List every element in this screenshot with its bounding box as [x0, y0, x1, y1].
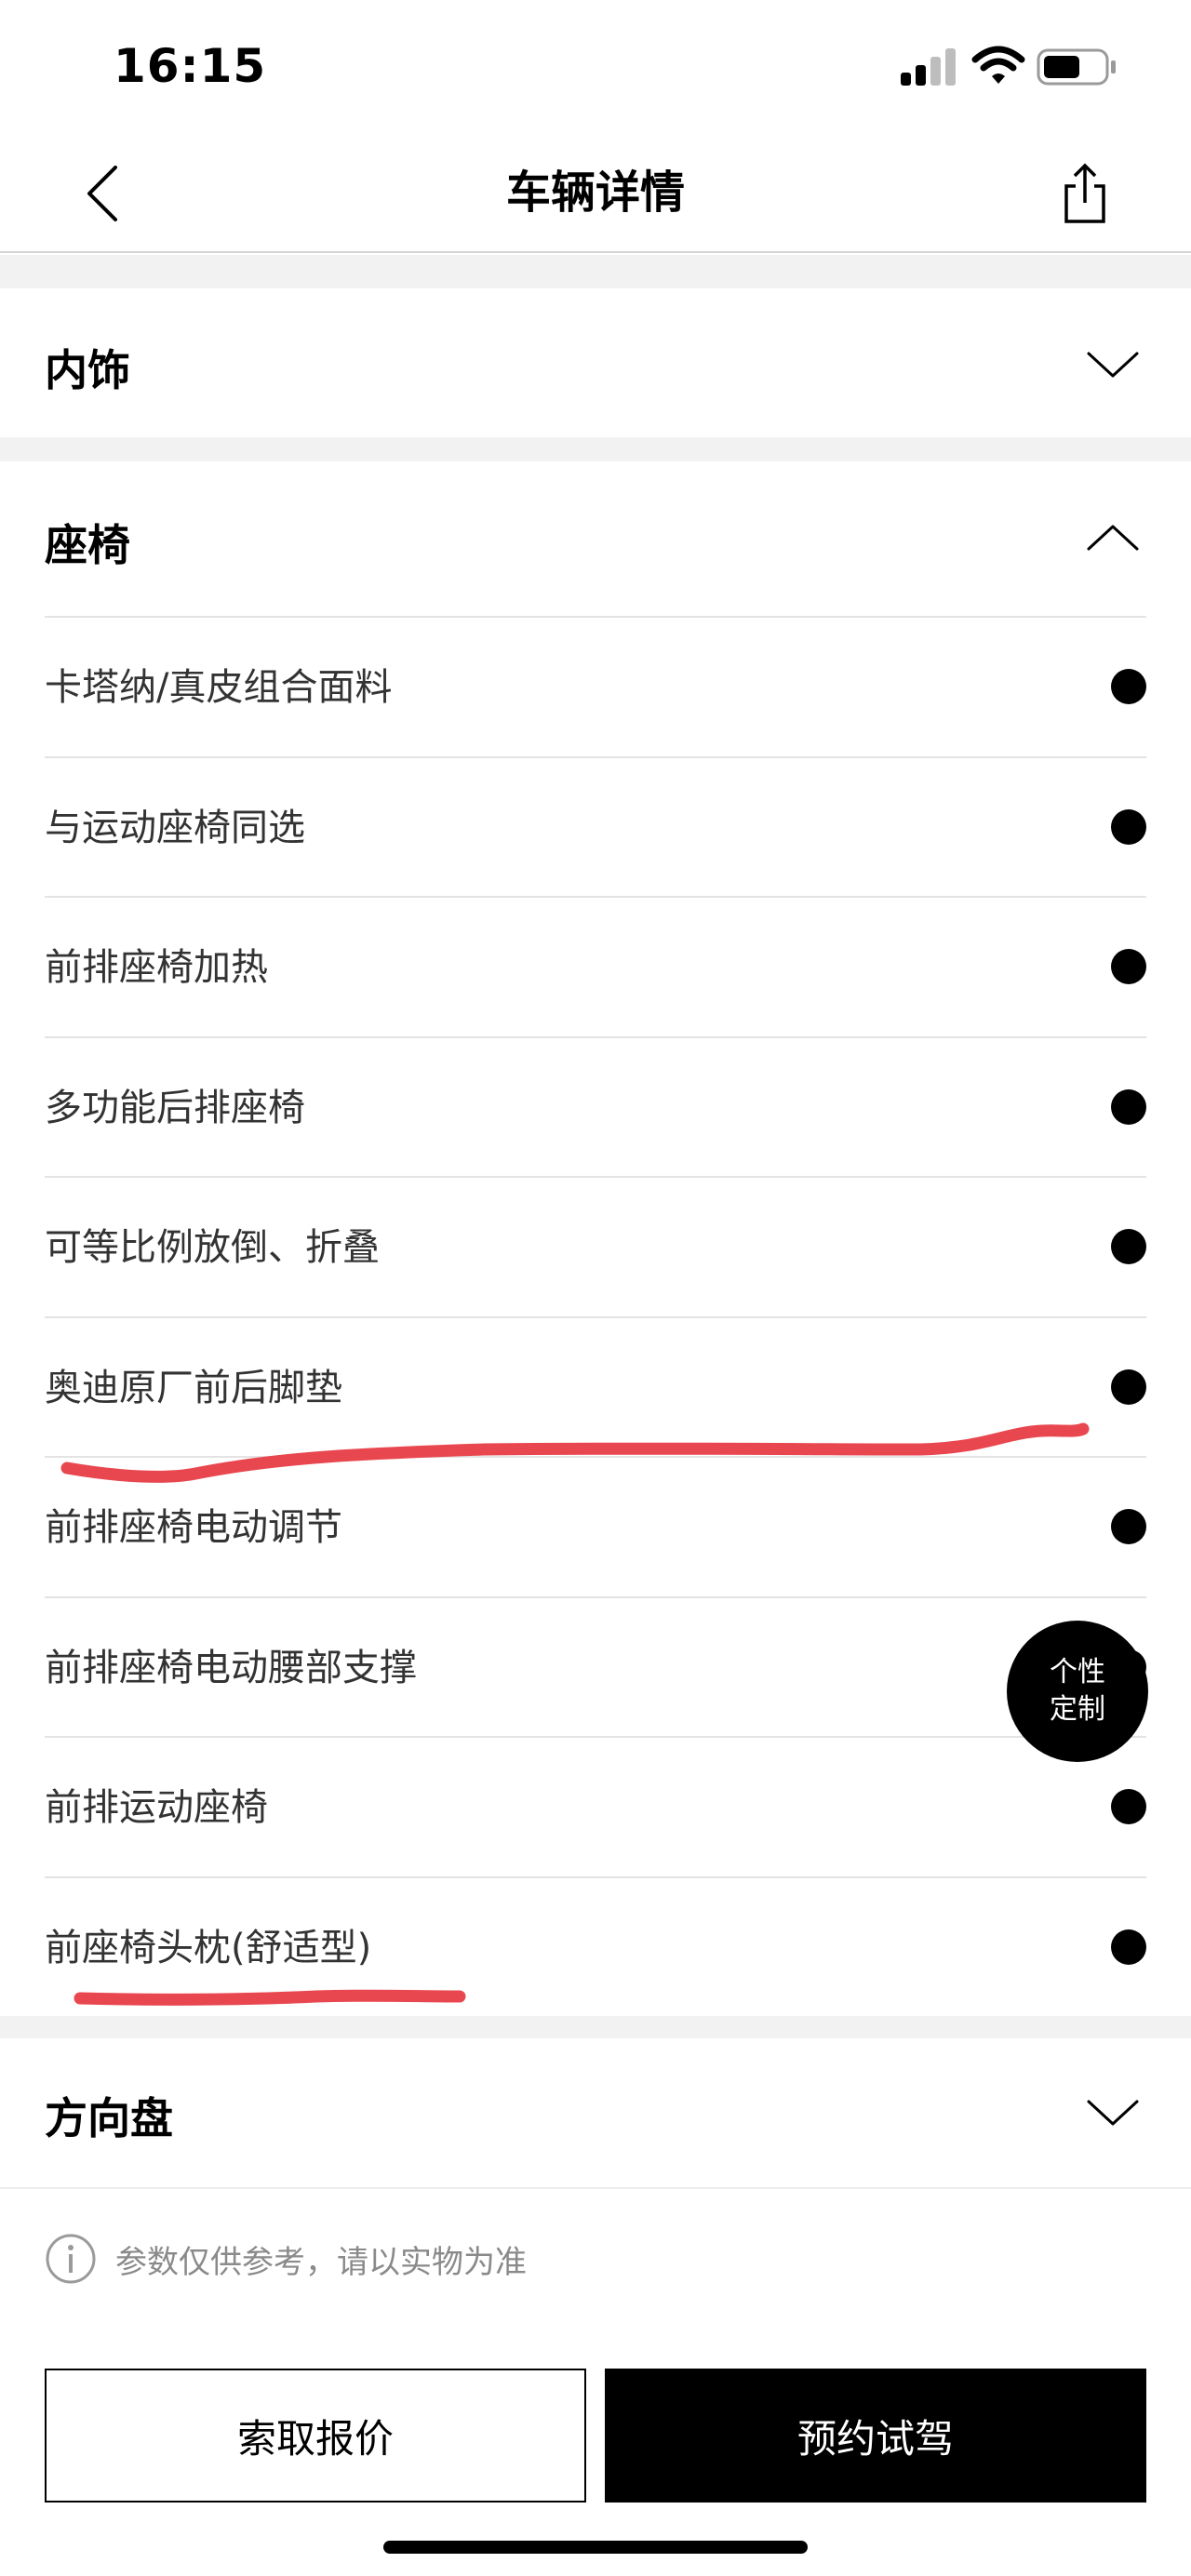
- feature-label: 奥迪原厂前后脚垫: [45, 1366, 342, 1409]
- standard-dot-icon: [1111, 1229, 1146, 1264]
- chevron-down-icon: [1087, 2100, 1139, 2126]
- fab-label-line2: 定制: [1050, 1693, 1105, 1726]
- status-bar: 16:15: [0, 0, 1191, 132]
- section-separator: [0, 437, 1191, 461]
- standard-dot-icon: [1111, 808, 1146, 845]
- disclaimer: 参数仅供参考，请以实物为准: [45, 2231, 527, 2287]
- page-title: 车辆详情: [505, 167, 685, 219]
- list-item: 卡塔纳/真皮组合面料: [45, 616, 1146, 756]
- list-item: 前排座椅电动调节: [45, 1456, 1146, 1596]
- info-icon: [46, 2234, 96, 2284]
- section-title: 方向盘: [45, 2093, 173, 2143]
- standard-dot-icon: [1111, 1509, 1146, 1544]
- fab-label-line1: 个性: [1050, 1656, 1105, 1688]
- section-separator: [0, 255, 1191, 288]
- list-item: 奥迪原厂前后脚垫: [45, 1315, 1146, 1457]
- battery-icon: [1037, 48, 1116, 86]
- home-indicator: [383, 2541, 808, 2554]
- feature-label: 前排运动座椅: [45, 1786, 268, 1829]
- standard-dot-icon: [1111, 1088, 1146, 1125]
- section-steering-header[interactable]: 方向盘: [0, 2038, 1191, 2189]
- custom-configure-button[interactable]: 个性 定制: [1007, 1621, 1148, 1762]
- nav-bar: 车辆详情: [0, 132, 1191, 253]
- status-time: 16:15: [114, 39, 267, 93]
- back-arrow-icon[interactable]: [74, 160, 130, 227]
- standard-dot-icon: [1111, 949, 1146, 984]
- standard-dot-icon: [1111, 1368, 1146, 1405]
- feature-label: 前排座椅电动调节: [45, 1506, 342, 1549]
- feature-label: 前排座椅加热: [45, 946, 268, 989]
- section-seats-header[interactable]: 座椅: [0, 461, 1191, 616]
- list-item: 前排座椅加热: [45, 896, 1146, 1036]
- feature-label: 前排座椅电动腰部支撑: [45, 1646, 417, 1689]
- standard-dot-icon: [1111, 669, 1146, 704]
- list-item: 前排运动座椅: [45, 1736, 1146, 1876]
- feature-label: 可等比例放倒、折叠: [45, 1226, 380, 1269]
- list-item: 多功能后排座椅: [45, 1035, 1146, 1177]
- book-test-drive-button[interactable]: 预约试驾: [605, 2369, 1146, 2503]
- standard-dot-icon: [1111, 1789, 1146, 1824]
- feature-label: 多功能后排座椅: [45, 1086, 305, 1129]
- standard-dot-icon: [1111, 1929, 1146, 1965]
- chevron-down-icon: [1087, 352, 1139, 378]
- cellular-signal-icon: [901, 48, 956, 86]
- section-title: 座椅: [45, 520, 130, 570]
- request-quote-button[interactable]: 索取报价: [45, 2369, 586, 2503]
- section-title: 内饰: [45, 345, 130, 395]
- list-item: 前排座椅电动腰部支撑: [45, 1595, 1146, 1737]
- feature-label: 卡塔纳/真皮组合面料: [45, 666, 393, 709]
- section-interior-header[interactable]: 内饰: [0, 288, 1191, 437]
- share-icon[interactable]: [1061, 160, 1109, 227]
- list-item: 与运动座椅同选: [45, 755, 1146, 897]
- section-separator: [0, 2014, 1191, 2038]
- feature-label: 与运动座椅同选: [45, 806, 305, 849]
- chevron-up-icon: [1087, 525, 1139, 551]
- list-item: 可等比例放倒、折叠: [45, 1176, 1146, 1316]
- seat-feature-list: 卡塔纳/真皮组合面料 与运动座椅同选 前排座椅加热 多功能后排座椅 可等比例放倒…: [0, 616, 1191, 2016]
- wifi-icon: [971, 46, 1025, 84]
- disclaimer-text: 参数仅供参考，请以实物为准: [115, 2243, 527, 2281]
- list-item: 前座椅头枕(舒适型): [45, 1875, 1146, 2017]
- feature-label: 前座椅头枕(舒适型): [45, 1926, 372, 1969]
